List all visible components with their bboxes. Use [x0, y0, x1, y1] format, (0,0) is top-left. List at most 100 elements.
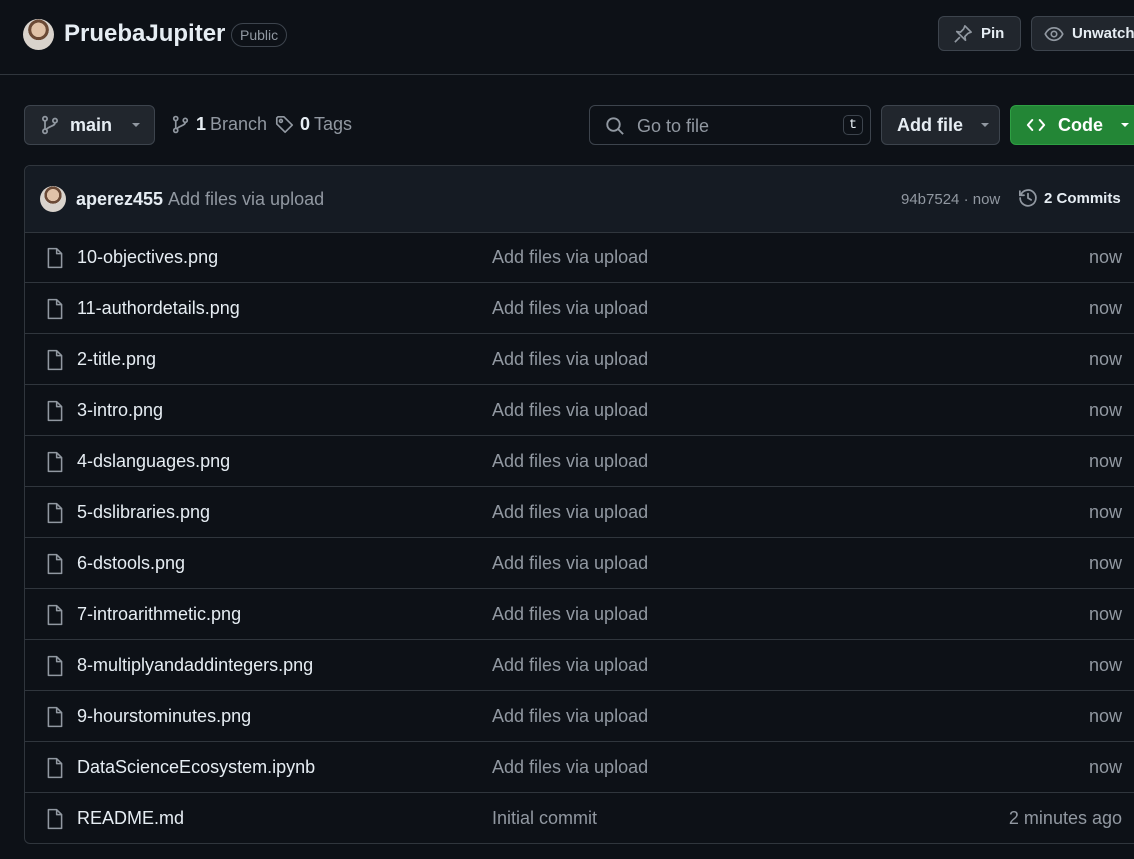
commits-link[interactable]: 2 Commits: [1018, 188, 1121, 208]
avatar[interactable]: [40, 186, 66, 212]
branch-count: 1: [196, 114, 207, 134]
branches-link[interactable]: 1 Branch: [171, 114, 267, 135]
repo-name[interactable]: PruebaJupiter: [64, 20, 225, 48]
file-icon: [46, 757, 64, 779]
file-name-link[interactable]: 7-introarithmetic.png: [77, 604, 241, 625]
file-icon: [46, 451, 64, 473]
file-commit-time: now: [1088, 706, 1122, 726]
file-commit-time: now: [1088, 247, 1122, 267]
file-commit-message[interactable]: Add files via upload: [492, 502, 648, 523]
git-branch-icon: [40, 115, 60, 135]
tag-count: 0: [300, 114, 311, 134]
code-button[interactable]: Code: [1010, 105, 1134, 145]
file-commit-time: now: [1088, 349, 1122, 369]
table-row[interactable]: 8-multiplyandaddintegers.png Add files vi…: [25, 640, 1134, 691]
search-input[interactable]: [635, 114, 829, 138]
table-row[interactable]: DataScienceEcosystem.ipynb Add files via …: [25, 742, 1134, 793]
branch-name: main: [70, 114, 113, 135]
chevron-down-icon: [979, 121, 991, 129]
file-icon: [46, 400, 64, 422]
file-commit-message[interactable]: Add files via upload: [492, 451, 648, 472]
branch-selector[interactable]: main: [24, 105, 155, 145]
table-row[interactable]: 10-objectives.png Add files via upload now: [25, 232, 1134, 283]
file-icon: [46, 706, 64, 728]
pin-button[interactable]: Pin: [938, 16, 1021, 51]
file-icon: [46, 808, 64, 830]
commit-hash[interactable]: 94b7524 · now: [901, 191, 1000, 208]
file-commit-time: now: [1088, 400, 1122, 420]
tag-icon: [275, 115, 294, 134]
file-name-link[interactable]: 6-dstools.png: [77, 553, 185, 574]
file-commit-time: now: [1088, 451, 1122, 471]
file-icon: [46, 298, 64, 320]
commit-message[interactable]: Add files via upload: [168, 189, 324, 210]
commit-author[interactable]: aperez455: [76, 189, 163, 210]
search-icon: [605, 116, 625, 136]
file-name-link[interactable]: 10-objectives.png: [77, 247, 218, 268]
pin-icon: [953, 24, 973, 44]
add-file-button[interactable]: Add file: [881, 105, 1000, 145]
table-row[interactable]: 6-dstools.png Add files via upload now: [25, 538, 1134, 589]
visibility-badge: Public: [231, 23, 288, 47]
file-commit-message[interactable]: Add files via upload: [492, 400, 648, 421]
file-icon: [46, 247, 64, 269]
file-commit-message[interactable]: Add files via upload: [492, 349, 648, 370]
table-row[interactable]: 3-intro.png Add files via upload now: [25, 385, 1134, 436]
file-name-link[interactable]: 4-dslanguages.png: [77, 451, 230, 472]
file-commit-message[interactable]: Add files via upload: [492, 655, 648, 676]
file-icon: [46, 502, 64, 524]
file-commit-time: now: [1088, 553, 1122, 573]
file-table: aperez455 Add files via upload 94b7524 ·…: [24, 165, 1134, 844]
add-file-label: Add file: [897, 114, 963, 135]
file-commit-message[interactable]: Initial commit: [492, 808, 597, 829]
pin-label: Pin: [981, 25, 1005, 42]
file-commit-message[interactable]: Add files via upload: [492, 706, 648, 727]
file-commit-message[interactable]: Add files via upload: [492, 553, 648, 574]
file-commit-message[interactable]: Add files via upload: [492, 757, 648, 778]
file-name-link[interactable]: 2-title.png: [77, 349, 156, 370]
history-icon: [1018, 188, 1038, 208]
latest-commit-bar: aperez455 Add files via upload 94b7524 ·…: [25, 166, 1134, 233]
chevron-down-icon: [1119, 121, 1131, 129]
file-commit-message[interactable]: Add files via upload: [492, 298, 648, 319]
file-name-link[interactable]: 5-dslibraries.png: [77, 502, 210, 523]
go-to-file-search[interactable]: t: [589, 105, 871, 145]
table-row[interactable]: README.md Initial commit 2 minutes ago: [25, 793, 1134, 843]
chevron-down-icon: [130, 121, 142, 129]
owner-avatar[interactable]: [23, 19, 54, 50]
file-commit-time: 2 minutes ago: [1008, 808, 1122, 828]
git-branch-icon: [171, 115, 190, 134]
file-icon: [46, 655, 64, 677]
file-commit-time: now: [1088, 655, 1122, 675]
unwatch-button[interactable]: Unwatch: [1031, 16, 1134, 51]
file-commit-message[interactable]: Add files via upload: [492, 247, 648, 268]
file-commit-time: now: [1088, 604, 1122, 624]
file-name-link[interactable]: 8-multiplyandaddintegers.png: [77, 655, 313, 676]
repo-header: PruebaJupiter Public Pin Unwatch: [0, 0, 1134, 75]
file-commit-time: now: [1088, 298, 1122, 318]
tags-link[interactable]: 0 Tags: [275, 114, 352, 135]
table-row[interactable]: 5-dslibraries.png Add files via upload now: [25, 487, 1134, 538]
table-row[interactable]: 4-dslanguages.png Add files via upload now: [25, 436, 1134, 487]
file-name-link[interactable]: README.md: [77, 808, 184, 829]
search-shortcut-key: t: [843, 115, 863, 135]
file-icon: [46, 604, 64, 626]
branch-label: Branch: [210, 114, 268, 134]
table-row[interactable]: 11-authordetails.png Add files via upload…: [25, 283, 1134, 334]
eye-icon: [1044, 24, 1064, 44]
table-row[interactable]: 9-hourstominutes.png Add files via upload…: [25, 691, 1134, 742]
file-commit-time: now: [1088, 757, 1122, 777]
tag-label: Tags: [314, 114, 353, 134]
file-name-link[interactable]: 11-authordetails.png: [77, 298, 240, 319]
file-icon: [46, 349, 64, 371]
unwatch-label: Unwatch: [1072, 25, 1134, 42]
file-name-link[interactable]: 9-hourstominutes.png: [77, 706, 251, 727]
file-commit-message[interactable]: Add files via upload: [492, 604, 648, 625]
commits-label: 2 Commits: [1044, 189, 1121, 207]
file-name-link[interactable]: DataScienceEcosystem.ipynb: [77, 757, 315, 778]
table-row[interactable]: 7-introarithmetic.png Add files via uploa…: [25, 589, 1134, 640]
table-row[interactable]: 2-title.png Add files via upload now: [25, 334, 1134, 385]
code-label: Code: [1058, 114, 1103, 135]
file-name-link[interactable]: 3-intro.png: [77, 400, 163, 421]
code-icon: [1026, 115, 1046, 135]
